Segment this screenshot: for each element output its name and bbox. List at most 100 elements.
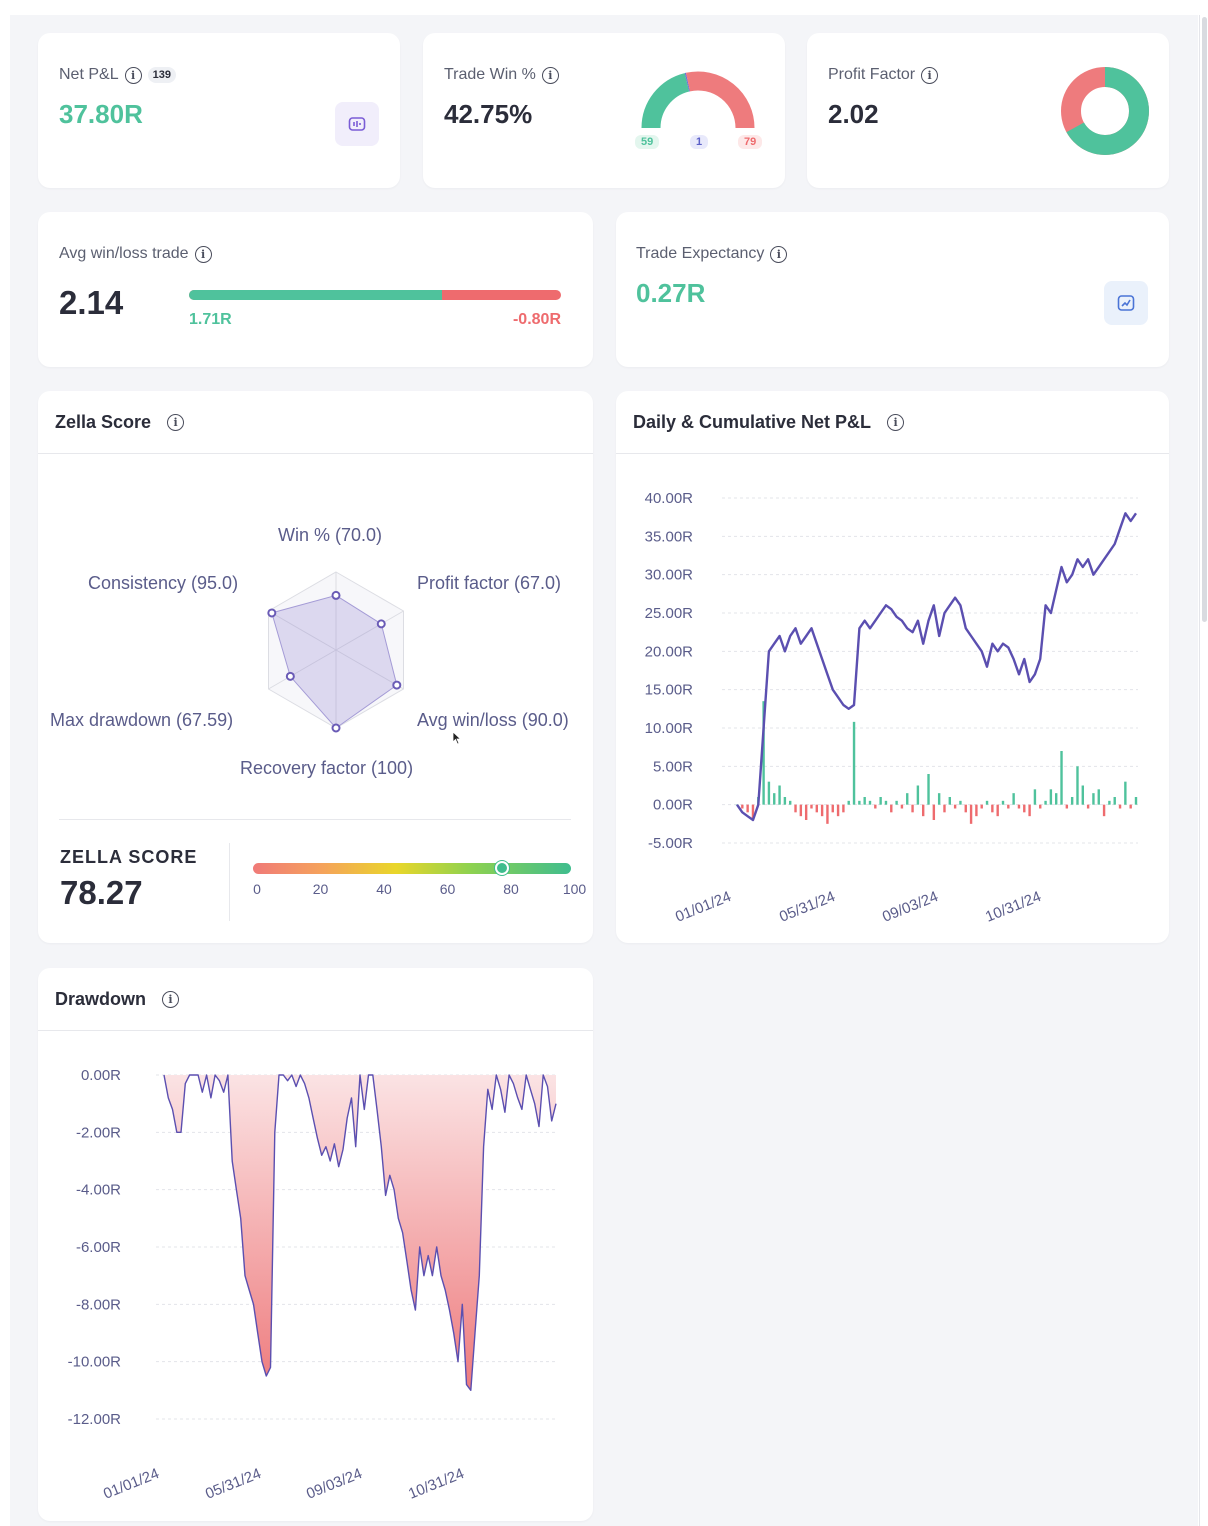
x-tick-label: 01/01/24 — [673, 888, 734, 926]
net-pnl-card: Net P&L i 139 37.80R — [38, 33, 400, 188]
daily-pnl-bar — [874, 804, 877, 809]
daily-pnl-bar — [836, 804, 840, 817]
daily-pnl-bar — [884, 800, 888, 805]
x-tick-label: 10/31/24 — [983, 888, 1044, 926]
avg-win-loss-label: Avg win/loss trade — [59, 245, 189, 262]
y-tick-label: 10.00R — [645, 720, 694, 737]
daily-pnl-bar — [804, 804, 808, 820]
y-tick-label: 20.00R — [645, 643, 694, 660]
radar-label-consistency: Consistency (95.0) — [88, 573, 239, 593]
daily-pnl-bar — [900, 804, 904, 809]
x-tick-label: 09/03/24 — [880, 888, 941, 926]
info-icon[interactable]: i — [124, 66, 142, 84]
daily-pnl-bar — [1028, 804, 1031, 817]
info-icon[interactable]: i — [770, 245, 788, 263]
daily-pnl-bar — [778, 785, 781, 805]
y-tick-label: -5.00R — [648, 835, 693, 852]
vertical-scrollbar[interactable] — [1199, 15, 1208, 1526]
radar-point — [285, 671, 295, 681]
daily-pnl-bar — [1113, 797, 1116, 805]
trade-win-card: Trade Win % i 42.75% 59 1 79 — [423, 33, 785, 188]
x-tick-label: 01/01/24 — [101, 1465, 162, 1503]
info-icon[interactable]: i — [921, 66, 939, 84]
daily-pnl-bar — [911, 804, 914, 813]
daily-pnl-bar — [1060, 751, 1063, 805]
avg-win-loss-card: Avg win/loss trade i 2.14 1.71R -0.80R — [38, 212, 593, 367]
y-tick-label: -12.00R — [68, 1411, 122, 1428]
net-pnl-value: 37.80R — [59, 99, 143, 129]
net-pnl-label-row: Net P&L i 139 — [59, 66, 176, 84]
trade-expectancy-card: Trade Expectancy i 0.27R — [616, 212, 1169, 367]
daily-pnl-bar — [953, 804, 957, 809]
daily-pnl-bar — [991, 804, 994, 813]
zella-score-marker — [494, 861, 509, 875]
zella-card-header: Zella Score i — [38, 391, 593, 454]
daily-pnl-bar — [932, 804, 936, 820]
zella-score-value: 78.27 — [60, 874, 143, 911]
cumulative-pnl-line — [736, 512, 1137, 822]
expectancy-chart-button[interactable] — [1104, 281, 1148, 325]
daily-pnl-bar — [985, 800, 989, 805]
daily-pnl-bar — [863, 797, 866, 805]
gauge-win-arc — [641, 73, 690, 129]
daily-pnl-bar — [916, 785, 920, 805]
scrollbar-thumb[interactable] — [1202, 17, 1207, 622]
zella-scale-tick: 40 — [376, 881, 392, 897]
bar-chart-icon — [348, 117, 366, 131]
net-pnl-chart-button[interactable] — [335, 102, 379, 146]
zella-scale-tick: 0 — [253, 881, 261, 897]
y-tick-label: 25.00R — [645, 605, 694, 622]
losses-count-pill: 79 — [738, 135, 763, 149]
y-tick-label: 30.00R — [645, 567, 694, 584]
zella-score-gradient-bar — [253, 863, 571, 874]
y-tick-label: 0.00R — [653, 797, 693, 814]
daily-pnl-bar — [1049, 789, 1053, 805]
daily-pnl-bar — [1124, 781, 1127, 805]
zella-vertical-divider — [229, 843, 230, 921]
daily-pnl-bar — [879, 797, 882, 805]
zella-scale-tick: 60 — [439, 881, 456, 897]
info-icon[interactable]: i — [541, 66, 559, 84]
y-tick-label: 0.00R — [81, 1067, 121, 1084]
mouse-cursor-icon — [452, 731, 462, 745]
zella-divider — [59, 819, 571, 820]
gauge-loss-arc — [685, 71, 755, 129]
breakeven-count-pill: 1 — [690, 135, 709, 149]
zella-scale-tick: 20 — [312, 881, 329, 897]
daily-pnl-bar — [1017, 804, 1021, 809]
daily-pnl-bar — [895, 800, 898, 805]
daily-pnl-bar — [767, 781, 771, 805]
profit-factor-value: 2.02 — [828, 99, 879, 129]
drawdown-card: Drawdown i 0.00R -2.00R -4.00R -6.00R -8.00R… — [38, 968, 593, 1521]
avg-win-amount: 1.71R — [189, 311, 232, 328]
win-loss-ratio-bar — [189, 290, 561, 300]
daily-pnl-bar — [1023, 804, 1026, 813]
info-icon[interactable]: i — [167, 413, 185, 431]
daily-pnl-bar — [1086, 804, 1090, 809]
daily-pnl-bar — [1007, 804, 1010, 809]
daily-pnl-bar — [799, 804, 803, 817]
profit-factor-label: Profit Factor — [828, 66, 916, 83]
daily-pnl-bar — [922, 804, 925, 817]
daily-pnl-bar — [1033, 789, 1037, 805]
daily-pnl-bar — [975, 804, 978, 817]
daily-pnl-bar — [810, 804, 813, 809]
daily-pnl-bar — [980, 804, 983, 809]
y-tick-label: -2.00R — [76, 1124, 121, 1141]
daily-pnl-bar — [1012, 793, 1015, 805]
drawdown-line — [163, 1074, 557, 1391]
info-icon[interactable]: i — [194, 245, 212, 263]
daily-pnl-bar — [1102, 804, 1106, 817]
y-tick-label: -10.00R — [68, 1354, 122, 1371]
daily-pnl-bar — [948, 797, 951, 805]
daily-pnl-bar — [820, 804, 824, 817]
daily-pnl-bar — [815, 804, 818, 813]
dashboard-page: Net P&L i 139 37.80R Trade Win % i 42.75… — [10, 15, 1198, 1526]
daily-pnl-bar — [937, 793, 941, 805]
profit-factor-card: Profit Factor i 2.02 — [807, 33, 1169, 188]
daily-pnl-bar — [1097, 789, 1100, 805]
daily-pnl-bar — [1134, 797, 1138, 805]
trade-expectancy-label-row: Trade Expectancy i — [636, 245, 788, 263]
daily-pnl-bar — [852, 721, 856, 805]
daily-pnl-bar — [783, 797, 787, 805]
